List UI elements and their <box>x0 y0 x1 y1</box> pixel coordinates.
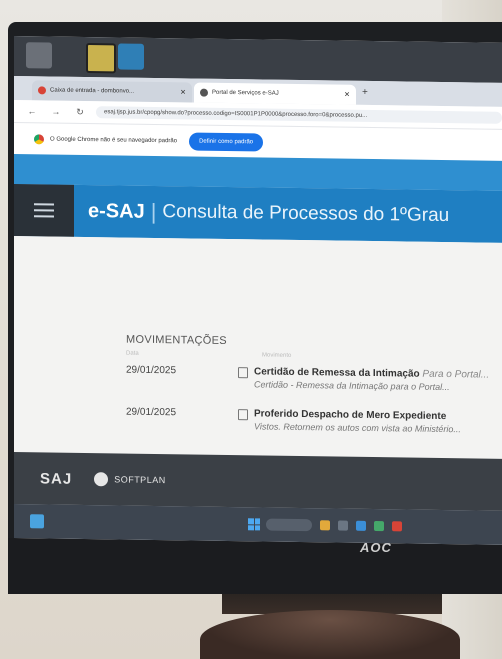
tab-label: Portal de Serviços e-SAJ <box>212 89 279 97</box>
movement-description: Vistos. Retornem os autos com vista ao M… <box>254 421 461 435</box>
taskbar-app-icon[interactable] <box>320 520 330 531</box>
close-icon[interactable]: ✕ <box>180 88 186 96</box>
start-icon[interactable] <box>248 518 260 531</box>
taskbar-search[interactable] <box>266 518 312 532</box>
movement-title[interactable]: Proferido Despacho de Mero Expediente <box>254 408 446 422</box>
movement-date: 29/01/2025 <box>126 406 177 419</box>
hamburger-menu-icon[interactable] <box>14 184 74 237</box>
site-header: e-SAJ | Consulta de Processos do 1ºGrau <box>14 184 502 243</box>
infobar-text: O Google Chrome não é seu navegador padr… <box>50 136 178 145</box>
site-brand[interactable]: e-SAJ <box>88 200 145 224</box>
document-icon[interactable] <box>238 367 248 379</box>
widgets-icon[interactable] <box>30 514 44 529</box>
taskbar-app-icon[interactable] <box>374 521 384 532</box>
softplan-logo-icon <box>94 472 109 487</box>
gmail-icon <box>38 86 46 95</box>
screen: Caixa de entrada - dombonvo... ✕ Portal … <box>14 36 502 545</box>
new-tab-icon[interactable]: + <box>362 87 368 98</box>
footer-saj-logo: SAJ <box>40 469 73 488</box>
movements-heading: MOVIMENTAÇÕES <box>126 333 227 347</box>
set-default-button[interactable]: Definir como padrão <box>189 132 264 152</box>
movement-title[interactable]: Certidão de Remessa da Intimação Para o … <box>254 366 489 380</box>
tab-inbox[interactable]: Caixa de entrada - dombonvo... ✕ <box>32 80 192 103</box>
movement-description: Certidão - Remessa da Intimação para o P… <box>254 379 450 393</box>
desktop-strip <box>14 36 502 83</box>
desktop-app-icon[interactable] <box>118 43 144 70</box>
footer-company: SOFTPLAN <box>114 474 166 486</box>
movement-row: 29/01/2025 Proferido Despacho de Mero Ex… <box>126 407 502 435</box>
site-footer: SAJ SOFTPLAN <box>14 452 502 511</box>
tab-esaj[interactable]: Portal de Serviços e-SAJ ✕ <box>194 82 356 105</box>
desktop-app-icon[interactable] <box>26 42 52 69</box>
taskbar-app-icon[interactable] <box>338 520 348 531</box>
forward-icon[interactable]: → <box>50 107 62 117</box>
main-content: MOVIMENTAÇÕES Data Movimento 29/01/2025 … <box>14 236 502 459</box>
taskbar-app-icon[interactable] <box>392 521 402 532</box>
monitor-bezel <box>8 538 502 594</box>
page-title: Consulta de Processos do 1ºGrau <box>162 201 450 227</box>
taskbar-app-icon[interactable] <box>356 520 366 531</box>
movement-date: 29/01/2025 <box>126 364 177 377</box>
movement-row: 29/01/2025 Certidão de Remessa da Intima… <box>126 365 502 393</box>
back-icon[interactable]: ← <box>26 106 38 116</box>
brand-separator: | <box>150 198 157 224</box>
taskbar <box>14 504 502 545</box>
tab-label: Caixa de entrada - dombonvo... <box>50 87 135 95</box>
globe-icon <box>200 88 208 97</box>
reload-icon[interactable]: ↻ <box>74 106 86 117</box>
column-header-movement: Movimento <box>262 352 292 359</box>
document-icon[interactable] <box>238 409 248 421</box>
chrome-icon <box>34 134 44 145</box>
desktop-app-icon[interactable] <box>86 43 116 74</box>
column-header-date: Data <box>126 350 139 357</box>
close-icon[interactable]: ✕ <box>344 91 350 99</box>
url-input[interactable]: esaj.tjsp.jus.br/cpopg/show.do?processo.… <box>96 106 502 124</box>
